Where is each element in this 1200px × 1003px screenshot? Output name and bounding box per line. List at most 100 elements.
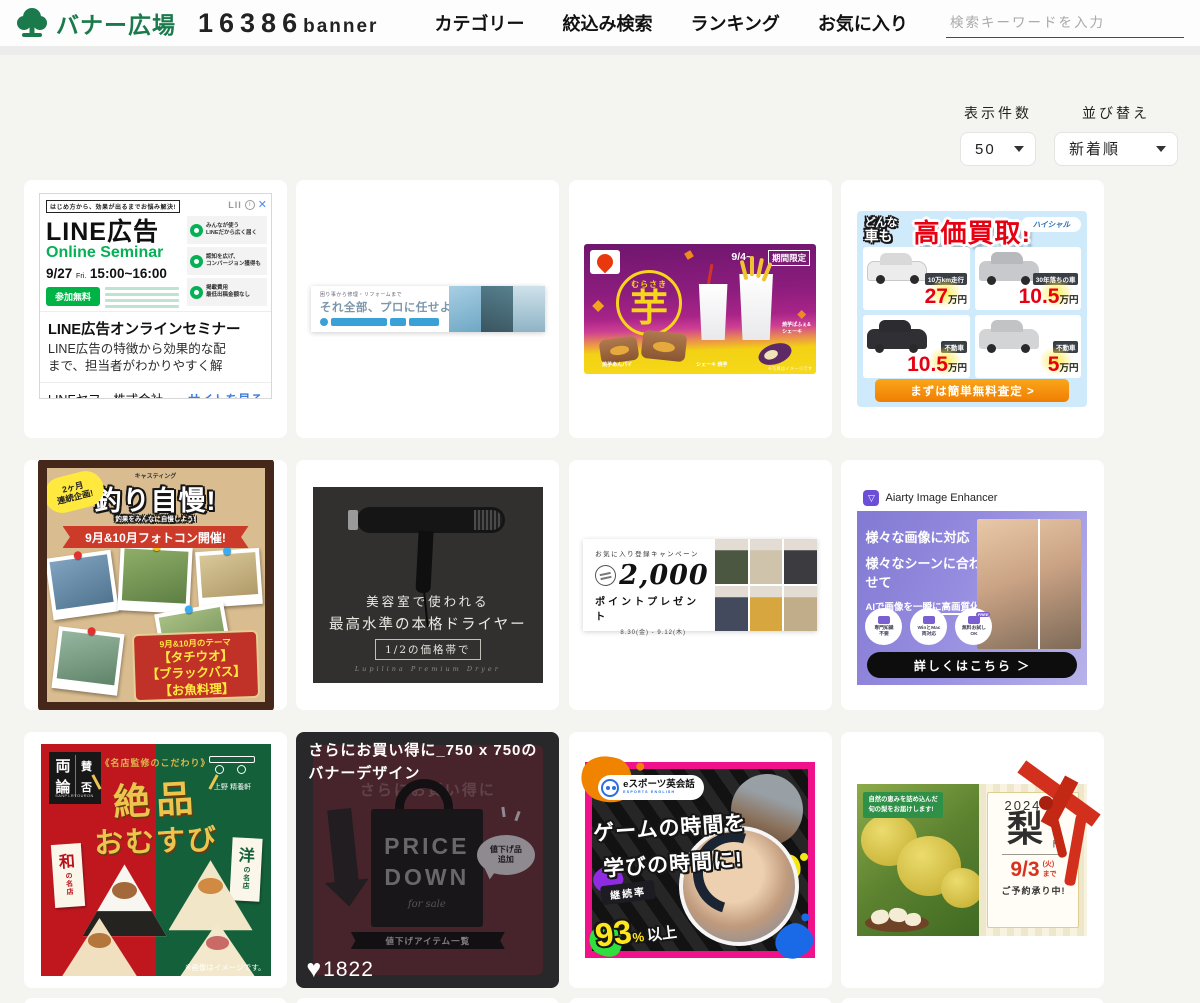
badge-icon bbox=[878, 616, 890, 624]
site-logo[interactable]: バナー広場 bbox=[14, 6, 176, 40]
feature-icon bbox=[190, 286, 203, 299]
banner-card-esports-english[interactable]: eスポーツ英会話ESPORTS ENGLISH ゲームの時間を 学びの時間に! … bbox=[569, 732, 832, 988]
carriage-icon bbox=[201, 754, 265, 774]
line-ad-cta-row: 参加無料 bbox=[46, 287, 179, 311]
aiarty-cta-button[interactable]: 詳しくはこちら ＞ bbox=[867, 652, 1077, 678]
reform-photo bbox=[481, 286, 513, 332]
aiarty-badge: FREE無料お試し OK bbox=[955, 608, 992, 645]
shake-cup bbox=[696, 284, 730, 340]
nashi-deadline: 9/3 bbox=[1010, 858, 1039, 882]
banner-card-hair-dryer[interactable]: 美容室で使われる 最高水準の本格ドライヤー 1/2の価格帯で Lupilina … bbox=[296, 460, 559, 710]
feature-icon bbox=[190, 255, 203, 268]
banner-card-line-seminar[interactable]: はじめ方から、効果が出るまでお悩み解決! LII i ✕ LINE広告 Onli… bbox=[24, 180, 287, 438]
reform-banner: 困り事から修理・リフォームまで それ全部、プロに任せよう bbox=[311, 286, 545, 332]
aiarty-badges: 専門知識 不要 WinとMac 両対応 FREE無料お試し OK bbox=[865, 608, 992, 645]
nav-item-categories[interactable]: カテゴリー bbox=[434, 10, 524, 36]
dryer-cap-shape bbox=[348, 510, 358, 530]
nav-item-ranking[interactable]: ランキング bbox=[690, 10, 779, 36]
reform-badge bbox=[409, 318, 439, 326]
sort-select[interactable]: 新着順 bbox=[1054, 132, 1178, 166]
pear-shape bbox=[941, 868, 979, 908]
imo-kanji: 芋 bbox=[619, 290, 679, 330]
car-shape bbox=[979, 329, 1039, 349]
line-ad-body: LINE広告の特徴から効果的な配 まで、担当者がわかりやすく解 bbox=[40, 340, 271, 376]
line-ad-feature: みんなが使う LINEだから広く届く bbox=[187, 216, 267, 244]
car-shape bbox=[867, 261, 927, 281]
line-ad-date: 9/27 Fri. 15:00~16:00 bbox=[46, 266, 167, 281]
points-text-area: お気に入り登録キャンペーン 2,000 ポイントプレゼント 8.30(金) - … bbox=[583, 539, 715, 631]
reform-photos bbox=[449, 286, 545, 332]
line-ad-banner: はじめ方から、効果が出るまでお悩み解決! LII i ✕ LINE広告 Onli… bbox=[39, 193, 272, 399]
line-ad-creative: はじめ方から、効果が出るまでお悩み解決! LII i ✕ LINE広告 Onli… bbox=[40, 194, 271, 312]
car-price: 10.5万円 bbox=[907, 353, 967, 377]
grid-row-3: 両 賛 論 否 SANPI-RYOURON 《名店監修のこだわり》 絶品 おむす… bbox=[24, 732, 1104, 988]
line-ad-heading: LINE広告オンラインセミナー bbox=[40, 312, 271, 340]
site-header: バナー広場 16386 banner カテゴリー 絞込み検索 ランキング お気に… bbox=[0, 0, 1200, 46]
points-campaign: お気に入り登録キャンペーン bbox=[595, 548, 711, 558]
shopping-bag-shape: PRICE DOWN for sale bbox=[371, 809, 483, 927]
tree-logo-icon bbox=[14, 6, 50, 40]
aiarty-body: 様々な画像に対応 様々なシーンに合わせて AIで画像を一瞬に高画質化! 専門知識… bbox=[857, 511, 1087, 685]
banner-card-fishing-contest[interactable]: 2ヶ月 連続企画! キャスティング 釣り自慢! 釣果をみんなに自慢しよう! 9月… bbox=[24, 460, 287, 710]
reform-small-copy: 困り事から修理・リフォームまで bbox=[320, 291, 449, 298]
coupon-stamp-icon bbox=[593, 563, 618, 588]
banner-card-reform[interactable]: 困り事から修理・リフォームまで それ全部、プロに任せよう bbox=[296, 180, 559, 438]
reform-logo-icon bbox=[320, 318, 328, 326]
banner-count: 16386 banner bbox=[198, 8, 378, 39]
line-ad-subtitle: Online Seminar bbox=[46, 244, 163, 262]
nashi-kanji: 梨 bbox=[1007, 810, 1043, 850]
points-banner: お気に入り登録キャンペーン 2,000 ポイントプレゼント 8.30(金) - … bbox=[583, 539, 817, 631]
reform-text-area: 困り事から修理・リフォームまで それ全部、プロに任せよう bbox=[311, 286, 449, 332]
line-ad-date-day: 9/27 bbox=[46, 266, 72, 281]
banner-card-aiarty[interactable]: ▽ Aiarty Image Enhancer 様々な画像に対応 様々なシーンに… bbox=[841, 460, 1104, 710]
fashion-photo bbox=[784, 586, 817, 631]
nashi-info-card: 2024 梨 ギフト 9/3 (火) まで ご予約承り中! bbox=[987, 792, 1079, 928]
points-amount-row: 2,000 bbox=[595, 560, 711, 591]
per-page-select[interactable]: 50 bbox=[960, 132, 1036, 166]
banner-card[interactable] bbox=[296, 998, 559, 1003]
line-ad-site-link[interactable]: サイトを見る bbox=[188, 389, 263, 400]
banner-card-2000-points[interactable]: お気に入り登録キャンペーン 2,000 ポイントプレゼント 8.30(金) - … bbox=[569, 460, 832, 710]
spark-shape bbox=[502, 807, 506, 817]
fishing-ribbon: 9月&10月フォトコン開催! bbox=[63, 526, 249, 548]
heart-icon[interactable]: ♥ bbox=[306, 957, 321, 982]
line-ad-body-line1: LINE広告の特徴から効果的な配 bbox=[48, 341, 263, 358]
nav-item-favorites[interactable]: お気に入り bbox=[818, 10, 908, 36]
controller-icon bbox=[601, 779, 619, 797]
dryer-copy-line1: 美容室で使われる bbox=[313, 591, 543, 610]
ad-close-icon[interactable]: ✕ bbox=[258, 198, 267, 211]
line-ad-fineprint bbox=[105, 287, 179, 311]
banner-card[interactable] bbox=[24, 998, 287, 1003]
pricedown-ribbon: 値下げアイテム一覧 bbox=[351, 932, 505, 949]
banner-card-nashi-gift[interactable]: 自然の恵みを詰め込んだ 旬の梨をお届けします! 2024 梨 ギフト bbox=[841, 732, 1104, 988]
logo-text: バナー広場 bbox=[56, 6, 176, 40]
spark-shape bbox=[515, 811, 521, 821]
banner-card-omusubi[interactable]: 両 賛 論 否 SANPI-RYOURON 《名店監修のこだわり》 絶品 おむす… bbox=[24, 732, 287, 988]
imo-disclaimer: ※写真はイメージです bbox=[768, 366, 812, 372]
banner-card-price-down[interactable]: さらにお買い得に PRICE DOWN for sale 値下げ品 追加 値下げ… bbox=[296, 732, 559, 988]
ad-info-icon[interactable]: i bbox=[245, 200, 255, 210]
line-ad-cta-button[interactable]: 参加無料 bbox=[46, 287, 100, 306]
banner-card-car-kaitori[interactable]: どんな 車も 高価買取! ハイシャル 10万km走行 27万円 bbox=[841, 180, 1104, 438]
wa-badge: 和の名店 bbox=[50, 843, 84, 908]
reform-badges bbox=[320, 318, 449, 326]
kaitori-cta-button[interactable]: まずは簡単無料査定 > bbox=[875, 379, 1069, 402]
imo-limited-badge: 期間限定 bbox=[768, 250, 810, 266]
aiarty-copy1: 様々な画像に対応 bbox=[865, 527, 983, 546]
imo-product-label: シェーキ 焼芋 bbox=[696, 361, 727, 368]
banner-card[interactable] bbox=[569, 998, 832, 1003]
banner-card-murasaki-imo[interactable]: 9/4~ 期間限定 むらさき 芋 bbox=[569, 180, 832, 438]
free-tag: FREE bbox=[976, 612, 991, 617]
omusubi-disclaimer: ※画像はイメージです。 bbox=[185, 962, 265, 973]
points-amount: 2,000 bbox=[619, 560, 709, 591]
banner-card[interactable] bbox=[841, 998, 1104, 1003]
car-price: 5万円 bbox=[1048, 353, 1079, 377]
reform-badge bbox=[390, 318, 406, 326]
bag-text-down: DOWN bbox=[371, 862, 483, 893]
dryer-banner: 美容室で使われる 最高水準の本格ドライヤー 1/2の価格帯で Lupilina … bbox=[313, 487, 543, 683]
banner-count-unit: banner bbox=[303, 16, 378, 38]
grid-row-2: 2ヶ月 連続企画! キャスティング 釣り自慢! 釣果をみんなに自慢しよう! 9月… bbox=[24, 460, 1104, 710]
search-input[interactable] bbox=[946, 8, 1184, 38]
nav-item-filtered-search[interactable]: 絞込み検索 bbox=[562, 10, 652, 36]
esports-banner: eスポーツ英会話ESPORTS ENGLISH ゲームの時間を 学びの時間に! … bbox=[585, 762, 815, 958]
